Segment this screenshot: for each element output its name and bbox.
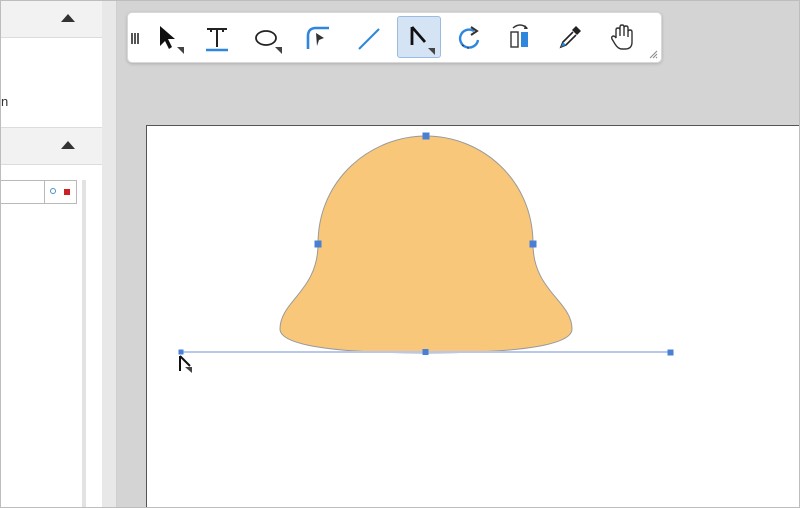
drawing-layer[interactable] — [1, 1, 800, 508]
polyline-cursor-icon — [179, 355, 192, 373]
pan-tool-button[interactable] — [600, 16, 644, 58]
line-tool-button[interactable] — [347, 16, 391, 58]
line-handle-mid[interactable] — [422, 349, 429, 355]
text-tool-button[interactable] — [195, 16, 239, 58]
ellipse-tool-button[interactable] — [245, 16, 289, 58]
eyedropper-tool-button[interactable] — [548, 16, 592, 58]
shape-handle-top[interactable] — [422, 132, 430, 140]
toolbar-drag-grip-icon[interactable] — [131, 31, 141, 44]
drawing-toolbar — [127, 12, 662, 63]
flip-tool-button[interactable] — [498, 16, 542, 58]
line-handle-start[interactable] — [178, 349, 184, 355]
eyedropper-icon — [559, 26, 581, 49]
polyline-tool-button[interactable] — [397, 16, 441, 58]
shape-handle-right[interactable] — [529, 240, 537, 248]
rotate-tool-button[interactable] — [447, 16, 491, 58]
toolbar-resize-grip-icon[interactable] — [648, 49, 658, 59]
line-handle-end[interactable] — [667, 349, 674, 356]
straight-line-icon — [358, 28, 380, 50]
bell-shape[interactable] — [279, 135, 573, 354]
shape-handle-left[interactable] — [314, 240, 322, 248]
text-t-icon — [206, 28, 228, 52]
polyline-icon — [410, 26, 435, 55]
app-window: n — [0, 0, 800, 508]
rotate-icon — [458, 26, 480, 49]
hand-icon — [610, 24, 633, 50]
curve-tool-button[interactable] — [296, 16, 340, 58]
ellipse-icon — [255, 30, 282, 54]
select-tool-button[interactable] — [147, 16, 191, 58]
curve-corner-icon — [306, 26, 329, 49]
flip-icon — [510, 24, 528, 48]
arrow-pointer-icon — [160, 26, 184, 54]
